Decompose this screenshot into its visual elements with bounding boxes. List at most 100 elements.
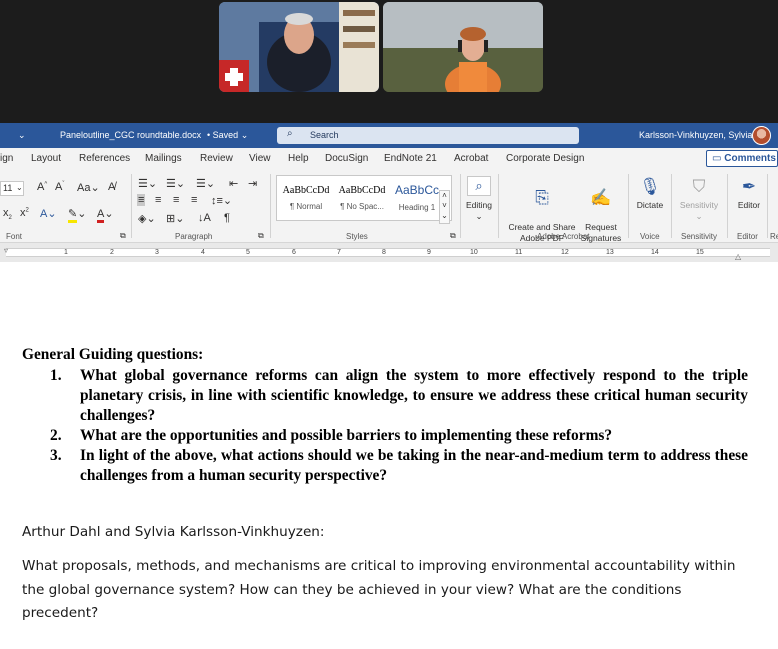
sensitivity-button[interactable]: ⛉ Sensitivity ⌄ — [675, 178, 723, 222]
ruler-number: 8 — [382, 249, 386, 256]
tab-docusign[interactable]: DocuSign — [325, 153, 368, 164]
search-icon: ⌕ — [287, 128, 293, 139]
list-item-text: In light of the above, what actions shou… — [80, 447, 748, 484]
decrease-indent-icon[interactable]: ⇤ — [229, 177, 238, 190]
bullets-icon[interactable]: ☰⌄ — [138, 177, 157, 190]
ruler-number: 13 — [606, 249, 614, 256]
grow-font-icon[interactable]: A^ — [37, 181, 47, 193]
tab-review[interactable]: Review — [200, 153, 233, 164]
style-sample-text: AaBbCc — [394, 183, 440, 197]
font-dialog-launcher-icon[interactable]: ⧉ — [120, 231, 126, 241]
indent-marker-icon[interactable]: ▿ — [4, 246, 8, 255]
right-indent-marker-icon[interactable]: △ — [735, 252, 741, 261]
align-center-icon[interactable]: ≡ — [155, 194, 161, 206]
line-spacing-icon[interactable]: ↕≡⌄ — [211, 194, 232, 207]
tab-layout[interactable]: Layout — [31, 153, 61, 164]
sensitivity-group-label: Sensitivity — [681, 232, 718, 241]
font-size-select[interactable]: 11 ⌄ — [0, 181, 24, 196]
divider — [460, 174, 461, 238]
microphone-icon: 🎙 — [639, 177, 661, 196]
signature-icon: ✍ — [590, 188, 612, 207]
styles-scroll[interactable]: ˄ ˅ ⌄ — [439, 190, 450, 224]
align-left-icon[interactable]: ≡ — [137, 194, 146, 206]
document-filename[interactable]: Paneloutline_CGC roundtable.docx — [60, 130, 201, 140]
ribbon: 11 ⌄ A^ Aˇ Aa⌄ A̸ x2 x2 A⌄ ✎⌄ A⌄ Font ⧉ ☰… — [0, 170, 778, 243]
show-formatting-icon[interactable]: ¶ — [224, 212, 230, 224]
style-heading-1[interactable]: AaBbCc Heading 1 — [389, 180, 445, 218]
chevron-down-icon: ⌄ — [695, 211, 703, 221]
ruler-number: 14 — [651, 249, 659, 256]
ruler-number: 9 — [427, 249, 431, 256]
tab-help[interactable]: Help — [288, 153, 309, 164]
tab-corporate-design[interactable]: Corporate Design — [506, 153, 584, 164]
save-status[interactable]: • Saved ⌄ — [207, 130, 248, 141]
style-no-spacing[interactable]: AaBbCcDd ¶ No Spac... — [334, 180, 390, 218]
comments-label: Comments — [724, 153, 776, 164]
find-icon: ⌕ — [467, 176, 491, 196]
tab-mailings[interactable]: Mailings — [145, 153, 182, 164]
list-number: 3. — [50, 447, 62, 464]
list-number: 2. — [50, 427, 62, 444]
ruler-number: 4 — [201, 249, 205, 256]
paragraph-dialog-launcher-icon[interactable]: ⧉ — [258, 231, 264, 241]
user-name[interactable]: Karlsson-Vinkhuyzen, Sylvia — [639, 130, 752, 140]
styles-group-label: Styles — [346, 232, 368, 241]
justify-icon[interactable]: ≡ — [191, 194, 197, 206]
font-color-icon[interactable]: A⌄ — [97, 207, 114, 223]
save-status-label: Saved — [212, 130, 239, 140]
quick-access-chevron-icon[interactable]: ⌄ — [18, 130, 26, 141]
ruler-number: 15 — [696, 249, 704, 256]
change-case-icon[interactable]: Aa⌄ — [77, 181, 100, 194]
horizontal-ruler[interactable]: 1 2 3 4 5 6 7 8 9 10 11 12 13 14 15 ▿ △ — [0, 243, 778, 262]
style-name: Heading 1 — [398, 203, 436, 212]
divider — [628, 174, 629, 238]
section-heading: General Guiding questions: — [22, 346, 204, 363]
text-effects-icon[interactable]: A⌄ — [40, 207, 57, 220]
editing-label: Editing — [466, 200, 492, 210]
numbering-icon[interactable]: ☰⌄ — [166, 177, 185, 190]
divider — [767, 174, 768, 238]
ruler-number: 3 — [155, 249, 159, 256]
chevron-down-icon: ⌄ — [475, 211, 483, 221]
ruler-number: 10 — [470, 249, 478, 256]
list-number: 1. — [50, 367, 62, 384]
multilevel-list-icon[interactable]: ☰⌄ — [196, 177, 215, 190]
superscript-icon[interactable]: x2 — [20, 207, 29, 219]
tab-design[interactable]: ign — [0, 153, 13, 164]
shrink-font-icon[interactable]: Aˇ — [55, 181, 64, 193]
sort-icon[interactable]: ↓A — [198, 212, 211, 224]
styles-dialog-launcher-icon[interactable]: ⧉ — [450, 231, 456, 241]
editor-group-label: Editor — [737, 232, 758, 241]
participant-2-image — [383, 2, 543, 92]
comment-icon: ▭ — [712, 153, 722, 164]
participant-video-1[interactable] — [219, 2, 379, 92]
style-name: ¶ No Spac... — [340, 202, 384, 211]
avatar[interactable] — [752, 126, 771, 145]
editor-button[interactable]: ✒ Editor — [731, 178, 767, 211]
clear-formatting-icon[interactable]: A̸ — [108, 181, 115, 193]
subscript-icon[interactable]: x2 — [3, 207, 12, 221]
tab-endnote[interactable]: EndNote 21 — [384, 153, 437, 164]
align-right-icon[interactable]: ≡ — [173, 194, 179, 206]
document-page[interactable]: General Guiding questions: 1. What globa… — [0, 262, 778, 649]
reuse-group-label: Re — [770, 232, 778, 241]
search-input[interactable]: ⌕ Search — [277, 127, 579, 144]
ruler-number: 6 — [292, 249, 296, 256]
ribbon-tabs: ign Layout References Mailings Review Vi… — [0, 148, 778, 170]
comments-button[interactable]: ▭ Comments — [706, 150, 778, 167]
tab-references[interactable]: References — [79, 153, 130, 164]
divider — [498, 174, 499, 238]
tab-view[interactable]: View — [249, 153, 271, 164]
editing-button[interactable]: ⌕ Editing ⌄ — [464, 176, 494, 222]
borders-icon[interactable]: ⊞⌄ — [166, 212, 184, 225]
increase-indent-icon[interactable]: ⇥ — [248, 177, 257, 190]
style-normal[interactable]: AaBbCcDd ¶ Normal — [278, 180, 334, 218]
editor-label: Editor — [737, 200, 761, 210]
highlight-icon[interactable]: ✎⌄ — [68, 207, 86, 223]
shading-icon[interactable]: ◈⌄ — [138, 212, 156, 225]
dictate-button[interactable]: 🎙 Dictate — [632, 178, 668, 211]
tab-acrobat[interactable]: Acrobat — [454, 153, 488, 164]
participant-1-image — [219, 2, 379, 92]
divider — [131, 174, 132, 238]
participant-video-2[interactable] — [383, 2, 543, 92]
